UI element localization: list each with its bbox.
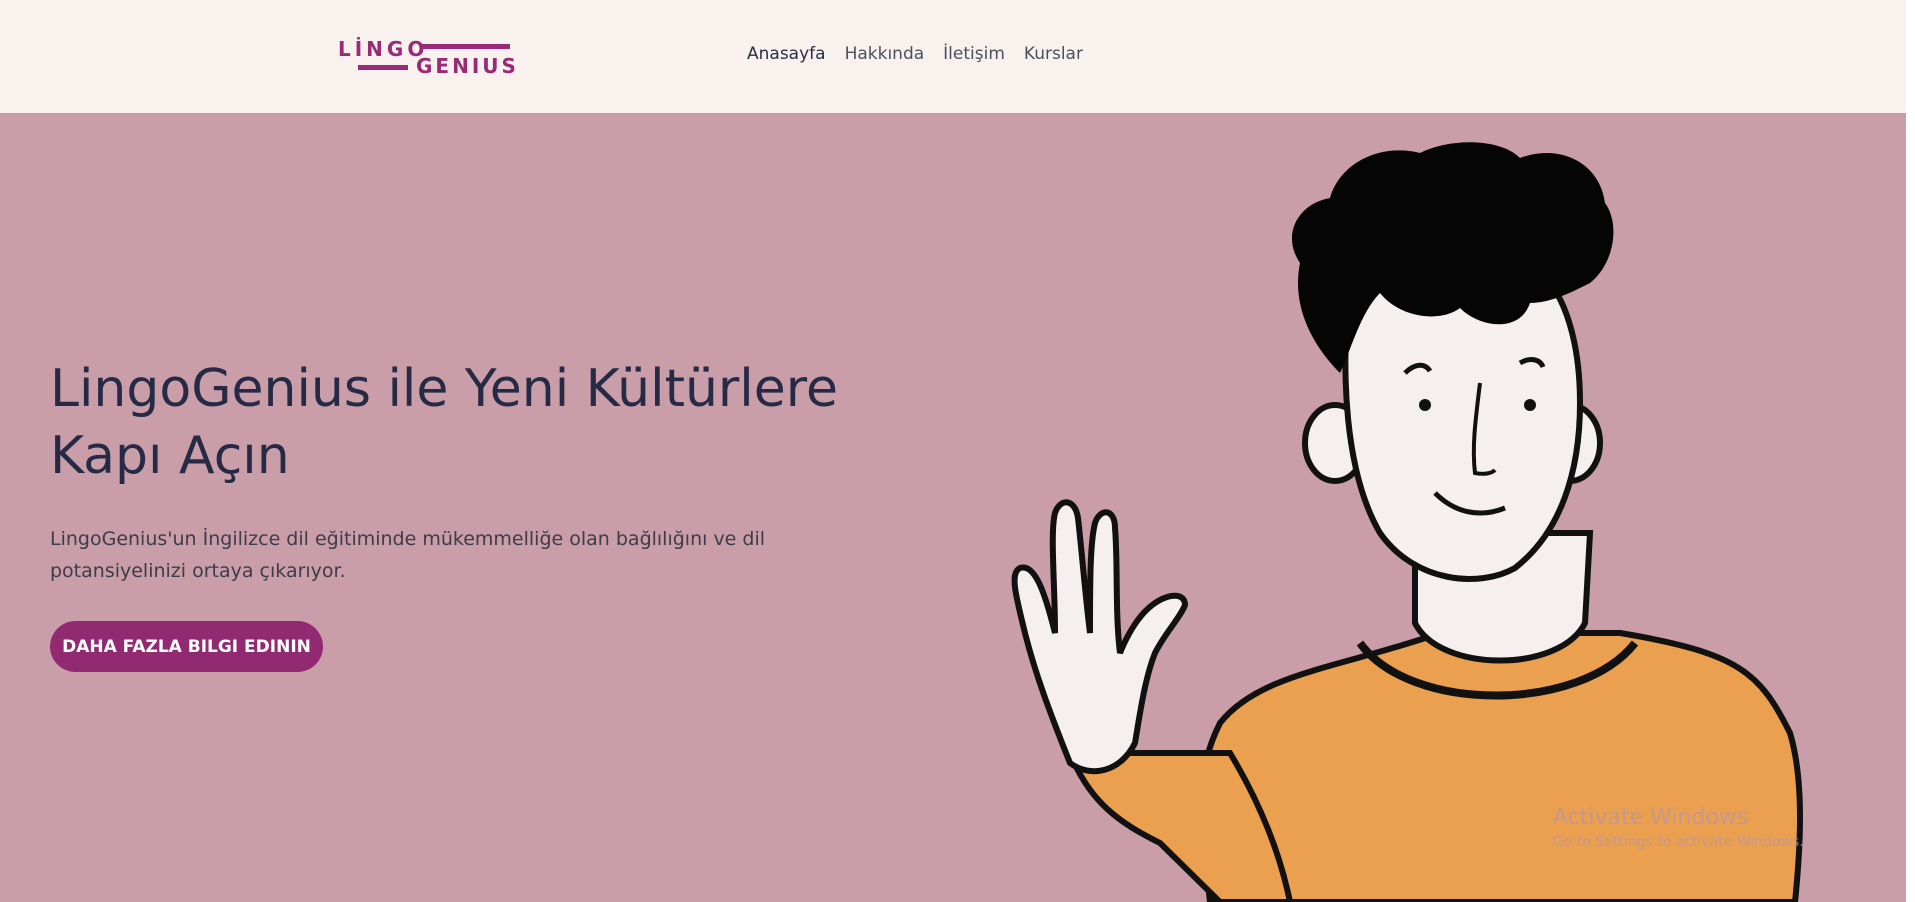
nav-link-iletisim[interactable]: İletişim <box>943 42 1005 66</box>
watermark-title: Activate Windows <box>1553 805 1749 830</box>
nav-link-anasayfa[interactable]: Anasayfa <box>747 42 826 66</box>
shirt-shape <box>1198 630 1803 902</box>
main-nav: Anasayfa Hakkında İletişim Kurslar <box>747 42 1102 66</box>
watermark-subtitle: Go to Settings to activate Windows. <box>1553 834 1804 850</box>
logo-bar-top <box>421 44 510 49</box>
left-eye <box>1419 399 1431 411</box>
logo-bar-bottom <box>358 65 408 70</box>
site-header: LİNGO GENIUS Anasayfa Hakkında İletişim … <box>0 0 1906 113</box>
lingogenius-logo[interactable]: LİNGO GENIUS <box>338 34 516 78</box>
nav-link-kurslar[interactable]: Kurslar <box>1024 42 1083 66</box>
right-eye <box>1524 399 1536 411</box>
waving-man-illustration <box>1011 142 1803 902</box>
nav-link-hakkinda[interactable]: Hakkında <box>845 42 925 66</box>
hero-subtitle: LingoGenius'un İngilizce dil eğitiminde … <box>50 528 766 582</box>
hand-shape <box>1011 499 1189 775</box>
face-shape <box>1342 269 1584 582</box>
logo-text-lingo: LİNGO <box>338 37 429 61</box>
logo-text-genius: GENIUS <box>416 54 519 78</box>
hero-title: LingoGenius ile Yeni Kültürlere Kapı Açı… <box>50 359 838 486</box>
page-edge <box>1906 0 1915 902</box>
learn-more-button[interactable]: DAHA FAZLA BILGI EDININ <box>50 621 323 672</box>
activate-windows-watermark: Activate Windows Go to Settings to activ… <box>1553 804 1804 852</box>
hero-section: LingoGenius ile Yeni Kültürlere Kapı Açı… <box>0 113 1906 902</box>
